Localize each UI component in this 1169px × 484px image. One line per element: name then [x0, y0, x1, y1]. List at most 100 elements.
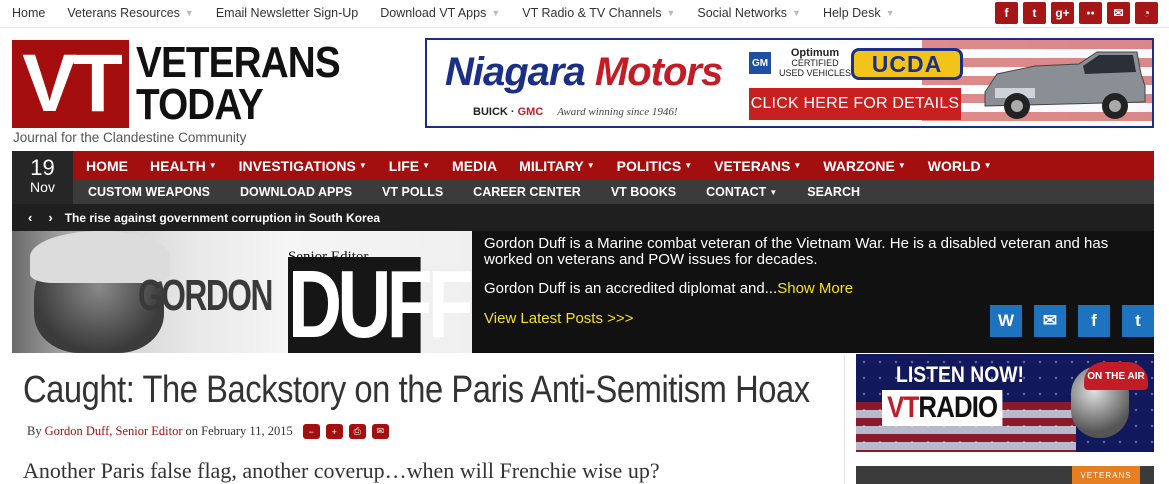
radio-logo-name: RADIO	[918, 391, 998, 424]
menu-life[interactable]: LIFE ▼	[389, 158, 430, 174]
menu-veterans[interactable]: VETERANS ▼	[714, 158, 801, 174]
facebook-icon[interactable]: f	[995, 2, 1018, 24]
wordpress-icon[interactable]: W	[990, 305, 1022, 337]
menu-search[interactable]: SEARCH	[807, 185, 860, 199]
twitter-icon[interactable]: t	[1023, 2, 1046, 24]
social-icons-top: f t g+ ●● ✉ ◔	[995, 2, 1158, 24]
byline-date: on February 11, 2015	[185, 424, 293, 438]
ad-dealer-name-part1: Niagara	[445, 50, 586, 94]
ad-make-buick: BUICK	[473, 106, 508, 118]
on-the-air-badge: ON THE AIR	[1084, 362, 1148, 390]
menu-label: WARZONE	[823, 157, 895, 174]
menu-label: CUSTOM WEAPONS	[88, 185, 210, 199]
vt-radio-ad[interactable]: LISTEN NOW! VTRADIO ON THE AIR	[856, 354, 1154, 452]
facebook-icon[interactable]: f	[1078, 305, 1110, 337]
author-bio: Gordon Duff is a Marine combat veteran o…	[484, 235, 1109, 268]
author-last-name: DUFF	[288, 251, 474, 353]
top-nav-download-apps[interactable]: Download VT Apps ▼	[380, 6, 500, 20]
menu-label: CAREER CENTER	[473, 185, 581, 199]
google-plus-icon[interactable]: g+	[1051, 2, 1074, 24]
logo-mark: VT	[12, 40, 129, 128]
ticker-prev-button[interactable]: ‹	[28, 210, 32, 225]
menu-career-center[interactable]: CAREER CENTER	[473, 185, 581, 199]
chevron-down-icon: ▼	[793, 161, 802, 170]
rss-icon[interactable]: ◔	[1135, 2, 1158, 24]
flickr-icon[interactable]: ●●	[1079, 2, 1102, 24]
menu-label: SEARCH	[807, 185, 861, 199]
radio-logo-vt: VT	[887, 391, 919, 424]
sidebar-widget-tab[interactable]: VETERANS	[1072, 466, 1140, 484]
top-nav-label: Veterans Resources	[67, 6, 180, 20]
top-nav-social-networks[interactable]: Social Networks ▼	[697, 6, 801, 20]
ticker-headline[interactable]: The rise against government corruption i…	[65, 211, 380, 225]
niagara-motors-ad-banner[interactable]: Niagara Motors BUICK · GMC Award winning …	[425, 38, 1154, 128]
email-icon[interactable]: ✉	[1107, 2, 1130, 24]
print-icon[interactable]: ⎙	[348, 424, 366, 439]
chevron-down-icon: ▼	[491, 8, 501, 18]
top-nav-veterans-resources[interactable]: Veterans Resources ▼	[67, 6, 193, 20]
menu-custom-weapons[interactable]: CUSTOM WEAPONS	[88, 185, 210, 199]
date-badge: 19 Nov	[12, 151, 73, 204]
author-first-name: GORDON	[138, 271, 273, 320]
menu-home[interactable]: HOME	[86, 158, 128, 174]
top-nav-radio-tv[interactable]: VT Radio & TV Channels ▼	[522, 6, 675, 20]
view-latest-posts-link[interactable]: View Latest Posts >>>	[484, 310, 633, 327]
logo-name-line2: TODAY	[136, 80, 264, 129]
site-logo[interactable]: VT VETERANS TODAY Journal for the Clande…	[12, 40, 341, 148]
radio-logo: VTRADIO	[882, 390, 1003, 426]
ad-dealer-name-part2: Motors	[594, 50, 723, 94]
menu-label: DOWNLOAD APPS	[240, 185, 353, 199]
author-social-icons: W ✉ f t	[990, 305, 1154, 337]
menu-download-apps[interactable]: DOWNLOAD APPS	[240, 185, 352, 199]
article-byline: By Gordon Duff, Senior Editor on Februar…	[27, 424, 389, 439]
primary-menu: HOME HEALTH ▼ INVESTIGATIONS ▼ LIFE ▼ MEDIA…	[73, 151, 1154, 180]
truck-image	[984, 51, 1146, 119]
chevron-down-icon: ▼	[792, 8, 801, 18]
menu-politics[interactable]: POLITICS ▼	[617, 158, 692, 174]
ticker-next-button[interactable]: ›	[48, 210, 52, 225]
menu-contact[interactable]: CONTACT ▼	[706, 185, 777, 199]
top-nav-newsletter[interactable]: Email Newsletter Sign-Up	[216, 6, 358, 20]
site-tagline: Journal for the Clandestine Community	[13, 130, 247, 145]
menu-investigations[interactable]: INVESTIGATIONS ▼	[239, 158, 367, 174]
optimum-title: Optimum	[790, 47, 840, 59]
top-nav-label: VT Radio & TV Channels	[522, 6, 662, 20]
menu-warzone[interactable]: WARZONE ▼	[823, 158, 905, 174]
chevron-down-icon: ▼	[885, 8, 895, 18]
top-nav-label: Email Newsletter Sign-Up	[215, 6, 359, 20]
news-ticker: ‹ › The rise against government corrupti…	[12, 204, 1154, 231]
author-photo: GORDON DUFF Senior Editor	[12, 231, 474, 353]
chevron-down-icon: ▼	[208, 161, 217, 170]
ad-award: Award winning since 1946!	[557, 106, 678, 118]
menu-vt-books[interactable]: VT BOOKS	[611, 185, 676, 199]
radio-listen-now: LISTEN NOW!	[896, 362, 1024, 387]
menu-health[interactable]: HEALTH ▼	[150, 158, 217, 174]
email-icon[interactable]: ✉	[1034, 305, 1066, 337]
optimum-line3: USED VEHICLES	[779, 68, 852, 78]
menu-vt-polls[interactable]: VT POLLS	[382, 185, 443, 199]
top-nav-home[interactable]: Home	[12, 6, 45, 20]
top-nav-help-desk[interactable]: Help Desk ▼	[823, 6, 895, 20]
optimum-line2: CERTIFIED	[791, 58, 839, 68]
main-navigation: 19 Nov HOME HEALTH ▼ INVESTIGATIONS ▼ LIFE…	[12, 151, 1154, 204]
author-bio-short-text: Gordon Duff is an accredited diplomat an…	[484, 280, 778, 297]
chevron-down-icon: ▼	[983, 161, 992, 170]
author-bio-short: Gordon Duff is an accredited diplomat an…	[484, 280, 853, 297]
ad-cta-button[interactable]: CLICK HERE FOR DETAILS	[749, 88, 961, 120]
email-icon[interactable]: ✉	[371, 424, 389, 439]
menu-media[interactable]: MEDIA	[452, 158, 497, 174]
menu-world[interactable]: WORLD ▼	[928, 158, 992, 174]
ad-make-gmc: GMC	[517, 106, 544, 118]
article-subtitle: Another Paris false flag, another coveru…	[23, 458, 660, 483]
chevron-down-icon: ▼	[684, 161, 693, 170]
menu-military[interactable]: MILITARY ▼	[519, 158, 594, 174]
twitter-icon[interactable]: t	[1122, 305, 1154, 337]
byline-author-link[interactable]: Gordon Duff, Senior Editor	[45, 424, 183, 439]
show-more-link[interactable]: Show More	[777, 280, 853, 297]
font-increase-icon[interactable]: +	[325, 424, 343, 439]
top-nav-links: Home Veterans Resources ▼ Email Newslette…	[12, 6, 917, 20]
chevron-down-icon: ▼	[358, 161, 367, 170]
top-navigation-bar: Home Veterans Resources ▼ Email Newslette…	[0, 0, 1169, 28]
font-decrease-icon[interactable]: −	[302, 424, 320, 439]
chevron-down-icon: ▼	[666, 8, 676, 18]
